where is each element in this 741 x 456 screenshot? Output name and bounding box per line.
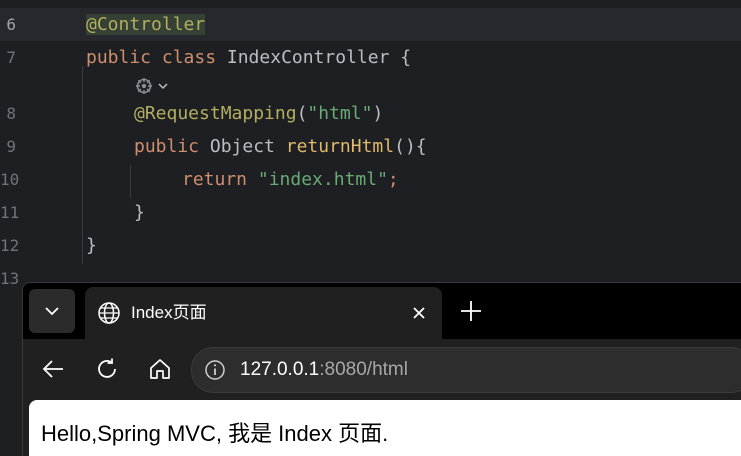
back-arrow-icon — [42, 360, 63, 378]
code-line[interactable]: 7 public class IndexController { — [0, 41, 741, 74]
address-bar[interactable]: 127.0.0.1:8080/html — [191, 347, 741, 393]
close-tab-button[interactable] — [407, 301, 431, 325]
code-line[interactable]: 12 } — [0, 229, 741, 262]
tab-title: Index页面 — [131, 303, 207, 322]
keyword: public class — [86, 47, 217, 68]
line-number: 11 — [0, 203, 20, 222]
line-number: 10 — [0, 170, 20, 189]
paren: ( — [296, 103, 308, 124]
close-icon — [413, 307, 425, 319]
code-line[interactable]: 8 @RequestMapping("html") — [0, 97, 741, 130]
url-text[interactable]: 127.0.0.1:8080/html — [240, 359, 408, 381]
keyword: public — [134, 136, 200, 157]
tab-list-button[interactable] — [29, 289, 75, 333]
url-host: 127.0.0.1 — [240, 359, 320, 380]
line-number: 7 — [6, 48, 16, 67]
page-content: Hello,Spring MVC, 我是 Index 页面. — [29, 400, 741, 456]
string-literal: "index.html" — [247, 169, 388, 190]
string-literal: "html" — [307, 103, 373, 124]
code-line[interactable]: 6 @Controller — [0, 8, 741, 41]
info-icon[interactable] — [204, 359, 226, 381]
browser-tab[interactable]: Index页面 — [85, 287, 442, 339]
plus-icon — [461, 301, 481, 321]
annotation: @RequestMapping — [134, 103, 297, 124]
closing-brace: } — [134, 202, 145, 223]
browser-window[interactable]: Index页面 127.0.0.1:8080/html Hello,Spring… — [22, 282, 741, 456]
home-icon — [150, 359, 170, 379]
line-number: 8 — [6, 104, 16, 123]
refresh-icon — [98, 358, 116, 378]
chevron-down-icon[interactable] — [157, 75, 169, 97]
line-number: 9 — [6, 137, 16, 156]
browser-toolbar: 127.0.0.1:8080/html — [23, 339, 741, 399]
back-button[interactable] — [37, 353, 69, 385]
refresh-button[interactable] — [91, 353, 123, 385]
new-tab-button[interactable] — [457, 297, 485, 325]
spring-bean-icon[interactable] — [133, 75, 155, 97]
type-name: Object — [199, 136, 286, 157]
home-button[interactable] — [144, 353, 176, 385]
chevron-down-icon — [45, 307, 59, 316]
page-body-text: Hello,Spring MVC, 我是 Index 页面. — [41, 421, 389, 446]
line-number: 6 — [6, 15, 16, 34]
code-line[interactable]: 10 return "index.html"; — [0, 163, 741, 196]
class-declaration: IndexController { — [216, 47, 412, 68]
closing-brace: } — [86, 235, 97, 256]
method-params: (){ — [394, 136, 427, 157]
url-path: :8080/html — [319, 359, 408, 380]
code-line[interactable]: 11 } — [0, 196, 741, 229]
line-number: 12 — [0, 236, 20, 255]
method-name: returnHtml — [285, 136, 395, 157]
paren: ) — [372, 103, 384, 124]
globe-icon — [98, 302, 120, 324]
line-number: 13 — [0, 269, 20, 288]
tab-strip: Index页面 — [23, 283, 741, 339]
semicolon: ; — [387, 169, 399, 190]
keyword: return — [182, 169, 248, 190]
annotation: @Controller — [86, 14, 206, 35]
code-line[interactable]: 9 public Object returnHtml(){ — [0, 130, 741, 163]
